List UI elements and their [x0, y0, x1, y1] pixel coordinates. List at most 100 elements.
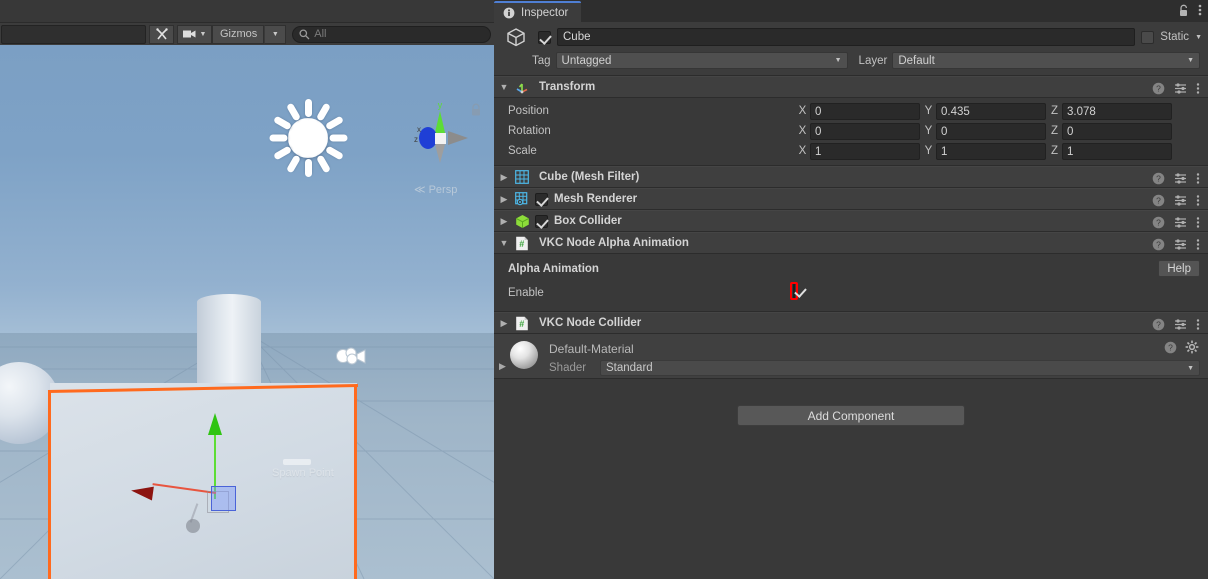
material-inspector-block[interactable]: Default-Material ▶ Shader Standard ▼ ? — [494, 334, 1208, 379]
kebab-menu-icon[interactable] — [1196, 318, 1200, 331]
kebab-menu-icon[interactable] — [1196, 238, 1200, 251]
gameobject-icon-wrap[interactable] — [500, 26, 532, 48]
lock-icon[interactable] — [470, 103, 482, 117]
tag-dropdown[interactable]: Untagged ▼ — [556, 52, 848, 69]
kebab-menu-icon[interactable] — [1196, 216, 1200, 229]
rotation-y-input[interactable]: 0 — [936, 123, 1046, 140]
add-component-area: Add Component — [494, 379, 1208, 426]
kebab-menu-icon[interactable] — [1198, 3, 1202, 17]
scene-cylinder-object[interactable] — [197, 294, 261, 390]
preset-icon[interactable] — [1174, 194, 1187, 207]
help-icon[interactable]: ? — [1152, 238, 1165, 251]
component-header-box-collider[interactable]: ▶ Box Collider ? — [494, 210, 1208, 232]
component-actions: ? — [1152, 313, 1200, 335]
scale-x-field[interactable]: X 1 — [798, 143, 920, 160]
preset-icon[interactable] — [1174, 172, 1187, 185]
static-dropdown-icon[interactable]: ▼ — [1195, 34, 1202, 41]
component-body-vkc-node-alpha-animation: Alpha Animation Help Enable — [494, 254, 1208, 312]
scale-z-input[interactable]: 1 — [1062, 143, 1172, 160]
help-icon[interactable]: ? — [1152, 194, 1165, 207]
scale-y-input[interactable]: 1 — [936, 143, 1046, 160]
directional-light-gizmo[interactable] — [260, 90, 356, 186]
gear-icon[interactable] — [1185, 340, 1199, 354]
scale-x-input[interactable]: 1 — [810, 143, 920, 160]
preset-icon[interactable] — [1174, 216, 1187, 229]
inspector-titlebar-actions — [1178, 3, 1202, 17]
tools-icon[interactable] — [149, 25, 174, 44]
help-icon[interactable]: ? — [1152, 82, 1165, 95]
axis-label-z: Z — [1050, 105, 1059, 117]
foldout-expanded-icon[interactable]: ▼ — [497, 82, 511, 92]
spawn-point-icon — [283, 459, 311, 465]
foldout-collapsed-icon[interactable]: ▶ — [497, 216, 511, 227]
scale-label: Scale — [508, 145, 798, 157]
component-header-mesh-renderer[interactable]: ▶ Mesh Renderer — [494, 188, 1208, 210]
component-header-vkc-node-alpha-animation[interactable]: ▼ # VKC Node Alpha Animation ? — [494, 232, 1208, 254]
help-icon[interactable]: ? — [1152, 318, 1165, 331]
scene-search-input[interactable]: All — [292, 26, 491, 43]
preset-icon[interactable] — [1174, 82, 1187, 95]
component-body-transform: Position X 0 Y 0.435 Z 3.078 Rotat — [494, 98, 1208, 166]
svg-text:?: ? — [1156, 239, 1161, 249]
axis-label-x: x — [417, 125, 421, 134]
rotation-y-field[interactable]: Y 0 — [924, 123, 1046, 140]
preset-icon[interactable] — [1174, 238, 1187, 251]
alpha-animation-enable-checkbox[interactable] — [793, 284, 795, 298]
position-x-input[interactable]: 0 — [810, 103, 920, 120]
component-title: VKC Node Alpha Animation — [539, 237, 689, 249]
rotation-x-input[interactable]: 0 — [810, 123, 920, 140]
help-icon[interactable]: ? — [1152, 216, 1165, 229]
help-icon[interactable]: ? — [1152, 172, 1165, 185]
position-z-field[interactable]: Z 3.078 — [1050, 103, 1172, 120]
gizmo-axis-x-handle[interactable] — [130, 484, 154, 501]
scale-z-field[interactable]: Z 1 — [1050, 143, 1172, 160]
component-header-vkc-node-collider[interactable]: ▶ # VKC Node Collider ? — [494, 312, 1208, 334]
gizmo-axis-y-handle[interactable] — [208, 413, 222, 435]
layer-dropdown[interactable]: Default ▼ — [892, 52, 1200, 69]
position-y-input[interactable]: 0.435 — [936, 103, 1046, 120]
position-x-field[interactable]: X 0 — [798, 103, 920, 120]
position-y-field[interactable]: Y 0.435 — [924, 103, 1046, 120]
lock-icon[interactable] — [1178, 4, 1189, 17]
help-button[interactable]: Help — [1158, 260, 1200, 277]
kebab-menu-icon[interactable] — [1196, 82, 1200, 95]
sun-ray — [272, 145, 291, 160]
static-checkbox[interactable] — [1141, 31, 1154, 44]
component-header-mesh-filter[interactable]: ▶ Cube (Mesh Filter) ? — [494, 166, 1208, 188]
scale-y-field[interactable]: Y 1 — [924, 143, 1046, 160]
position-z-input[interactable]: 3.078 — [1062, 103, 1172, 120]
add-component-button[interactable]: Add Component — [737, 405, 965, 426]
gizmos-button[interactable]: Gizmos — [212, 25, 264, 44]
kebab-menu-icon[interactable] — [1196, 172, 1200, 185]
component-header-transform[interactable]: ▼ Transform ? — [494, 76, 1208, 98]
enable-checkbox-highlight — [790, 282, 798, 300]
mesh-renderer-enable-checkbox[interactable] — [535, 193, 548, 206]
rotation-z-input[interactable]: 0 — [1062, 123, 1172, 140]
scene-orientation-gizmo[interactable]: y x z — [400, 97, 480, 177]
gizmo-center-handle[interactable] — [186, 519, 200, 533]
foldout-collapsed-icon[interactable]: ▶ — [497, 172, 511, 183]
foldout-expanded-icon[interactable]: ▼ — [497, 238, 511, 248]
kebab-menu-icon[interactable] — [1196, 194, 1200, 207]
sun-ray — [272, 115, 291, 130]
camera-icon[interactable]: ▼ — [177, 25, 212, 44]
foldout-collapsed-icon[interactable]: ▶ — [499, 361, 506, 372]
gameobject-name-field[interactable]: Cube — [557, 28, 1135, 46]
selected-cube-front-face[interactable] — [50, 383, 357, 579]
camera-gizmo-icon[interactable] — [332, 345, 368, 369]
scene-viewport[interactable]: Spawn Point y x — [0, 45, 494, 579]
foldout-collapsed-icon[interactable]: ▶ — [497, 318, 511, 329]
gameobject-active-checkbox[interactable] — [538, 31, 551, 44]
scene-projection-label[interactable]: ≪ Persp — [414, 183, 457, 196]
box-collider-enable-checkbox[interactable] — [535, 215, 548, 228]
shader-dropdown[interactable]: Standard ▼ — [600, 360, 1200, 376]
foldout-collapsed-icon[interactable]: ▶ — [497, 194, 511, 205]
rotation-z-field[interactable]: Z 0 — [1050, 123, 1172, 140]
axis-label-z: Z — [1050, 145, 1059, 157]
gizmos-dropdown-button[interactable]: ▼ — [264, 25, 286, 44]
rotation-x-field[interactable]: X 0 — [798, 123, 920, 140]
help-icon[interactable]: ? — [1164, 341, 1177, 354]
tab-inspector[interactable]: Inspector — [494, 1, 581, 22]
preset-icon[interactable] — [1174, 318, 1187, 331]
gizmo-plane-handle-xz[interactable] — [211, 486, 236, 511]
